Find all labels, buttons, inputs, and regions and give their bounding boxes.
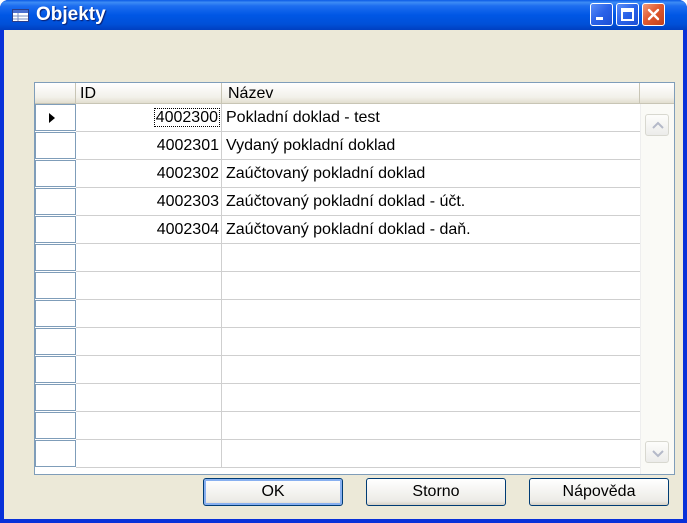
- close-icon: [647, 8, 660, 21]
- objekty-window: Objekty ID Název 4002300 Pokladní doklad…: [0, 0, 687, 523]
- table-row[interactable]: [35, 412, 640, 440]
- row-selector[interactable]: [35, 132, 76, 159]
- window-title: Objekty: [36, 4, 106, 25]
- table-row[interactable]: 4002304 Zaúčtovaný pokladní doklad - daň…: [35, 216, 640, 244]
- cell-id[interactable]: [76, 244, 222, 272]
- row-selector[interactable]: [35, 216, 76, 243]
- cell-name[interactable]: [222, 384, 640, 412]
- cell-name[interactable]: Zaúčtovaný pokladní doklad - daň.: [222, 216, 640, 244]
- row-selector[interactable]: [35, 328, 76, 355]
- cell-id[interactable]: [76, 384, 222, 412]
- table-row[interactable]: [35, 440, 640, 468]
- chevron-up-icon: [652, 121, 664, 129]
- row-selector[interactable]: [35, 412, 76, 439]
- cell-id[interactable]: [76, 440, 222, 468]
- row-selector[interactable]: [35, 104, 76, 131]
- row-selector[interactable]: [35, 188, 76, 215]
- cell-name[interactable]: Vydaný pokladní doklad: [222, 132, 640, 160]
- table-row[interactable]: 4002300 Pokladní doklad - test: [35, 104, 640, 132]
- scroll-up-button[interactable]: [645, 114, 669, 136]
- cell-name[interactable]: Zaúčtovaný pokladní doklad: [222, 160, 640, 188]
- row-selector[interactable]: [35, 384, 76, 411]
- table-row[interactable]: [35, 272, 640, 300]
- table-row[interactable]: 4002303 Zaúčtovaný pokladní doklad - účt…: [35, 188, 640, 216]
- minimize-button[interactable]: [590, 3, 613, 26]
- row-selector[interactable]: [35, 244, 76, 271]
- close-button[interactable]: [642, 3, 665, 26]
- row-pointer-icon: [49, 113, 55, 123]
- scroll-down-button[interactable]: [645, 441, 669, 463]
- table-row[interactable]: [35, 328, 640, 356]
- table-row[interactable]: [35, 356, 640, 384]
- objects-table: ID Název 4002300 Pokladní doklad - test …: [34, 82, 675, 475]
- table-row[interactable]: [35, 384, 640, 412]
- maximize-button[interactable]: [616, 3, 639, 26]
- row-selector[interactable]: [35, 160, 76, 187]
- table-row[interactable]: [35, 300, 640, 328]
- cell-name[interactable]: [222, 356, 640, 384]
- minimize-icon: [596, 17, 603, 20]
- column-header-nazev[interactable]: Název: [222, 83, 640, 103]
- table-row[interactable]: 4002302 Zaúčtovaný pokladní doklad: [35, 160, 640, 188]
- cell-id[interactable]: [76, 412, 222, 440]
- row-selector[interactable]: [35, 272, 76, 299]
- table-header: ID Název: [35, 83, 674, 104]
- cell-name[interactable]: [222, 244, 640, 272]
- row-selector[interactable]: [35, 356, 76, 383]
- row-selector[interactable]: [35, 440, 76, 467]
- row-selector[interactable]: [35, 300, 76, 327]
- cell-name[interactable]: [222, 272, 640, 300]
- cell-id[interactable]: 4002303: [76, 188, 222, 216]
- ok-button[interactable]: OK: [203, 478, 343, 506]
- cell-id[interactable]: [76, 328, 222, 356]
- cell-name[interactable]: [222, 328, 640, 356]
- vertical-scrollbar[interactable]: [640, 104, 674, 474]
- cell-id[interactable]: 4002302: [76, 160, 222, 188]
- cell-id[interactable]: 4002300: [76, 104, 222, 132]
- chevron-down-icon: [652, 450, 664, 458]
- maximize-icon: [621, 8, 634, 21]
- cell-id[interactable]: [76, 300, 222, 328]
- help-button[interactable]: Nápověda: [529, 478, 669, 506]
- cell-name[interactable]: Zaúčtovaný pokladní doklad - účt.: [222, 188, 640, 216]
- cell-id[interactable]: [76, 356, 222, 384]
- cell-id[interactable]: 4002301: [76, 132, 222, 160]
- cell-name[interactable]: [222, 300, 640, 328]
- dialog-body: ID Název 4002300 Pokladní doklad - test …: [4, 30, 683, 519]
- cell-id[interactable]: 4002304: [76, 216, 222, 244]
- title-bar[interactable]: Objekty: [0, 0, 687, 30]
- header-selector-cell: [35, 83, 76, 103]
- table-icon: [12, 9, 29, 22]
- table-row[interactable]: [35, 244, 640, 272]
- column-header-id[interactable]: ID: [76, 83, 222, 103]
- table-row[interactable]: 4002301 Vydaný pokladní doklad: [35, 132, 640, 160]
- cell-id[interactable]: [76, 272, 222, 300]
- storno-button[interactable]: Storno: [366, 478, 506, 506]
- cell-name[interactable]: [222, 440, 640, 468]
- cell-name[interactable]: [222, 412, 640, 440]
- cell-name[interactable]: Pokladní doklad - test: [222, 104, 640, 132]
